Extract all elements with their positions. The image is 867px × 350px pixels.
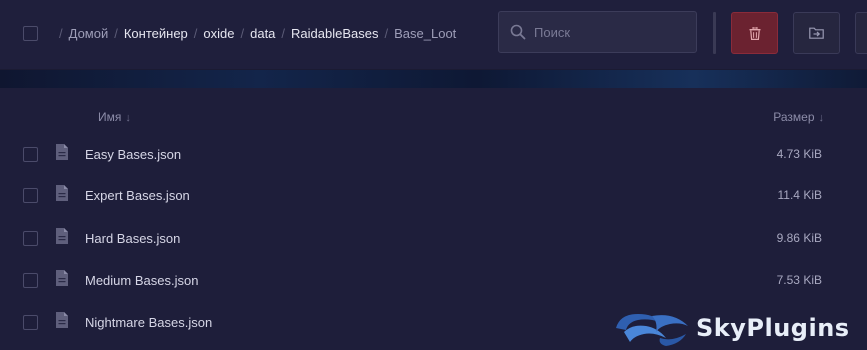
breadcrumb-item-raidablebases[interactable]: RaidableBases — [291, 26, 378, 41]
file-size: 9.86 KiB — [776, 231, 822, 245]
file-name[interactable]: Medium Bases.json — [85, 273, 198, 288]
search-icon — [510, 24, 526, 40]
breadcrumb-item-container[interactable]: Контейнер — [124, 26, 188, 41]
file-row[interactable]: Easy Bases.json 4.73 KiB — [0, 135, 867, 175]
breadcrumb-separator: / — [114, 25, 118, 41]
file-icon — [56, 228, 68, 244]
file-row[interactable]: Expert Bases.json 11.4 KiB — [0, 176, 867, 216]
breadcrumb: / Домой / Контейнер / oxide / data / Rai… — [53, 25, 456, 41]
breadcrumb-separator: / — [281, 25, 286, 41]
file-row[interactable]: Hard Bases.json 9.86 KiB — [0, 219, 867, 259]
breadcrumb-separator: / — [193, 25, 198, 41]
column-size-label: Размер — [773, 110, 815, 124]
watermark-text: SkyPlugins — [696, 313, 850, 342]
file-size: 11.4 KiB — [777, 188, 822, 202]
breadcrumb-separator: / — [59, 25, 63, 41]
column-header-name[interactable]: Имя ↓ — [98, 110, 131, 124]
file-icon — [56, 270, 68, 286]
skyplugins-watermark: SkyPlugins — [614, 305, 867, 350]
breadcrumb-item-data[interactable]: data — [250, 26, 275, 41]
file-size: 7.53 KiB — [776, 273, 822, 287]
trash-icon — [749, 26, 760, 40]
row-checkbox[interactable] — [23, 188, 38, 203]
breadcrumb-item-home[interactable]: Домой — [69, 26, 109, 41]
file-icon — [56, 312, 68, 328]
file-size: 4.73 KiB — [776, 147, 822, 161]
file-icon — [56, 185, 68, 201]
breadcrumb-separator: / — [384, 25, 389, 41]
search-input[interactable] — [534, 24, 674, 40]
delete-button[interactable] — [731, 12, 778, 54]
file-name[interactable]: Hard Bases.json — [85, 231, 180, 246]
search-box[interactable] — [498, 11, 697, 53]
toolbar-divider — [713, 12, 716, 54]
row-checkbox[interactable] — [23, 231, 38, 246]
skyplugins-logo-icon — [616, 313, 688, 346]
row-checkbox[interactable] — [23, 273, 38, 288]
more-button[interactable] — [855, 12, 867, 54]
breadcrumb-separator: / — [240, 25, 245, 41]
column-header-size[interactable]: Размер ↓ — [773, 110, 824, 124]
select-all-checkbox[interactable] — [23, 26, 38, 41]
file-name[interactable]: Easy Bases.json — [85, 147, 181, 162]
file-row[interactable]: Medium Bases.json 7.53 KiB — [0, 261, 867, 301]
move-button[interactable] — [793, 12, 840, 54]
file-name[interactable]: Expert Bases.json — [85, 188, 190, 203]
row-checkbox[interactable] — [23, 147, 38, 162]
row-checkbox[interactable] — [23, 315, 38, 330]
header-banner-strip — [0, 70, 867, 88]
breadcrumb-item-current: Base_Loot — [394, 25, 457, 41]
sort-arrow-icon: ↓ — [125, 112, 131, 124]
file-icon — [56, 144, 68, 160]
column-name-label: Имя — [98, 110, 122, 124]
top-toolbar: / Домой / Контейнер / oxide / data / Rai… — [0, 0, 867, 70]
file-name[interactable]: Nightmare Bases.json — [85, 315, 212, 330]
sort-arrow-icon: ↓ — [818, 112, 825, 124]
folder-move-icon — [809, 27, 824, 39]
breadcrumb-item-oxide[interactable]: oxide — [203, 26, 234, 41]
